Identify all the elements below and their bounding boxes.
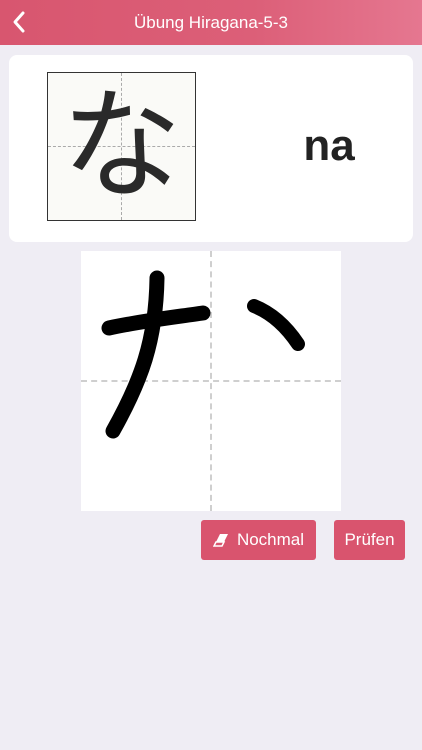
- kana-reference-box: な: [47, 72, 196, 221]
- check-button[interactable]: Prüfen: [334, 520, 405, 560]
- check-button-label: Prüfen: [344, 530, 395, 549]
- again-button[interactable]: Nochmal: [201, 520, 316, 560]
- chevron-left-icon: [13, 11, 25, 33]
- eraser-icon: [212, 532, 231, 548]
- back-button[interactable]: [6, 9, 32, 35]
- reference-card: な na: [9, 55, 413, 242]
- drawn-strokes: [101, 270, 305, 439]
- header-bar: Übung Hiragana-5-3: [0, 0, 422, 45]
- page-title: Übung Hiragana-5-3: [133, 12, 289, 32]
- stroke-2: [105, 270, 165, 439]
- again-button-label: Nochmal: [236, 530, 305, 549]
- stroke-3: [247, 299, 305, 351]
- kana-character: な: [61, 76, 182, 216]
- romaji-label: na: [303, 121, 355, 170]
- drawing-canvas[interactable]: [81, 251, 341, 511]
